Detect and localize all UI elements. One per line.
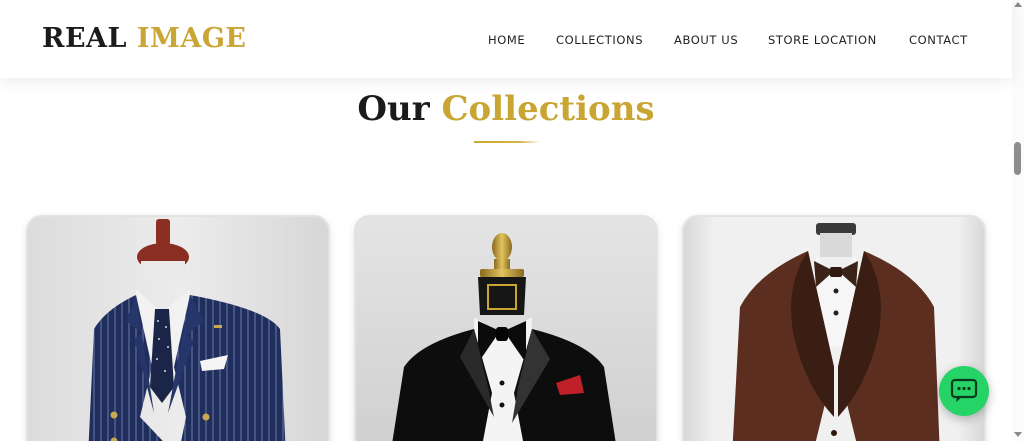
collection-card-brown-tuxedo[interactable]: [682, 215, 986, 441]
brand-name-first: REAL: [42, 23, 127, 54]
nav-item-collections[interactable]: COLLECTIONS: [556, 33, 643, 47]
chat-button[interactable]: [939, 366, 989, 416]
section-title-first: Our: [357, 89, 430, 129]
nav-item-home[interactable]: HOME: [488, 33, 525, 47]
scrollbar-thumb[interactable]: [1014, 142, 1021, 175]
section-title-second: Collections: [441, 89, 655, 129]
chat-bubble-icon: [950, 378, 978, 402]
navy-pinstripe-suit-image: [28, 217, 328, 441]
collection-card-black-tuxedo[interactable]: [354, 215, 658, 441]
title-underline: [474, 141, 540, 143]
nav-item-about-us[interactable]: ABOUT US: [674, 33, 738, 47]
brand-logo[interactable]: REAL IMAGE: [42, 22, 246, 56]
nav-item-contact[interactable]: CONTACT: [909, 33, 968, 47]
brand-name-second: IMAGE: [136, 23, 247, 54]
collection-card-navy-suit[interactable]: [26, 215, 330, 441]
scroll-down-arrow-icon[interactable]: [1014, 432, 1022, 437]
site-header: REAL IMAGE HOME COLLECTIONS ABOUT US STO…: [0, 0, 1012, 78]
black-tuxedo-image: [356, 217, 656, 441]
nav-item-store-location[interactable]: STORE LOCATION: [768, 33, 877, 47]
scroll-up-arrow-icon[interactable]: [1014, 2, 1022, 7]
section-title: Our Collections: [0, 87, 1012, 131]
brown-shawl-tuxedo-image: [684, 217, 984, 441]
page-scrollbar[interactable]: [1012, 0, 1024, 441]
